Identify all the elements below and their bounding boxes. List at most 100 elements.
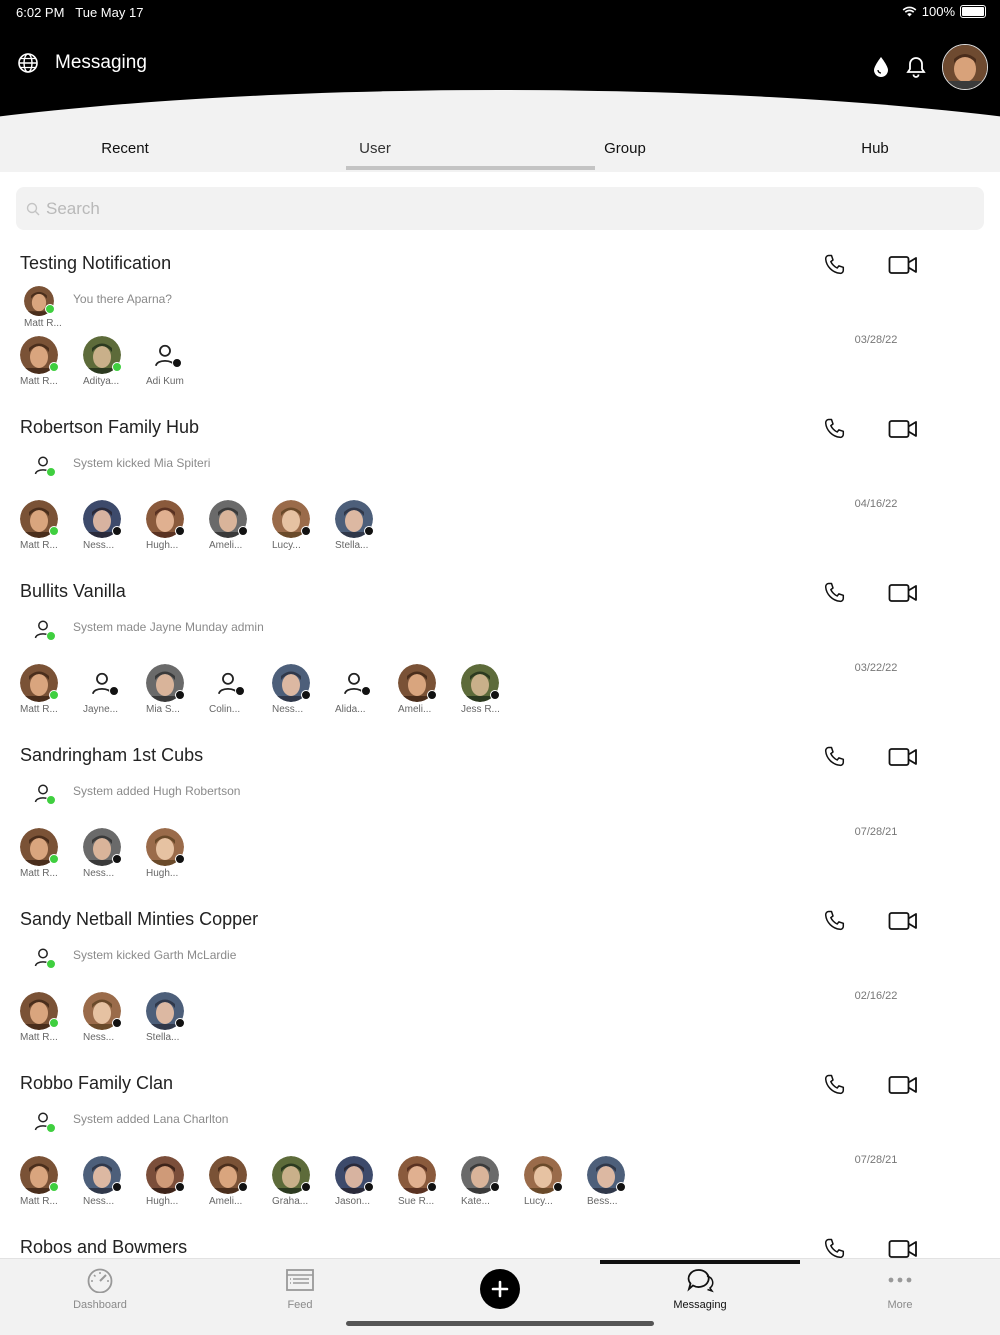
conversation-item[interactable]: Bullits Vanilla 03/22/22 System made Jayne…: [0, 568, 1000, 732]
member-name: Alida...: [335, 704, 366, 715]
member-item[interactable]: Jason...: [335, 1156, 398, 1207]
member-name: Jess R...: [461, 704, 500, 715]
conversation-item[interactable]: Robbo Family Clan 07/28/21 System added La…: [0, 1060, 1000, 1224]
member-item[interactable]: Kate...: [461, 1156, 524, 1207]
video-camera-icon[interactable]: [888, 1238, 918, 1260]
member-item[interactable]: Lucy...: [524, 1156, 587, 1207]
member-item[interactable]: Hugh...: [146, 1156, 209, 1207]
member-item[interactable]: Sue R...: [398, 1156, 461, 1207]
avatar: [83, 1156, 122, 1194]
member-item[interactable]: Ness...: [83, 828, 146, 879]
member-item[interactable]: Aditya...: [83, 336, 146, 387]
phone-icon[interactable]: [822, 253, 846, 277]
nav-messaging[interactable]: Messaging: [600, 1267, 800, 1311]
profile-avatar[interactable]: [942, 44, 988, 90]
member-item[interactable]: Stella...: [335, 500, 398, 551]
member-item[interactable]: Lucy...: [272, 500, 335, 551]
plus-icon: [491, 1280, 509, 1298]
member-item[interactable]: Colin...: [209, 664, 272, 715]
member-name: Matt R...: [20, 376, 58, 387]
member-item[interactable]: Ameli...: [398, 664, 461, 715]
offline-status-dot: [616, 1182, 626, 1192]
tab-group[interactable]: Group: [500, 124, 750, 172]
last-sender: Matt R...: [20, 286, 62, 329]
member-item[interactable]: Hugh...: [146, 828, 209, 879]
offline-status-dot: [490, 1182, 500, 1192]
member-item[interactable]: Mia S...: [146, 664, 209, 715]
member-list: Matt R... Ness... Hugh...: [20, 828, 209, 879]
conversation-item[interactable]: Sandringham 1st Cubs 07/28/21 System added…: [0, 732, 1000, 896]
member-item[interactable]: Ameli...: [209, 1156, 272, 1207]
drop-icon[interactable]: [872, 56, 890, 78]
phone-icon[interactable]: [822, 417, 846, 441]
member-item[interactable]: Matt R...: [20, 336, 83, 387]
member-item[interactable]: Alida...: [335, 664, 398, 715]
tab-hub[interactable]: Hub: [750, 124, 1000, 172]
member-name: Stella...: [146, 1032, 180, 1043]
online-status-dot: [49, 1018, 59, 1028]
conversation-date: 07/28/21: [854, 826, 898, 838]
phone-icon[interactable]: [822, 745, 846, 769]
video-camera-icon[interactable]: [888, 582, 918, 604]
video-camera-icon[interactable]: [888, 1074, 918, 1096]
video-camera-icon[interactable]: [888, 418, 918, 440]
globe-icon[interactable]: [17, 52, 39, 74]
conversation-title: Sandy Netball Minties Copper: [20, 909, 259, 929]
avatar: [272, 1156, 311, 1194]
phone-icon[interactable]: [822, 1237, 846, 1260]
member-item[interactable]: Ness...: [83, 1156, 146, 1207]
avatar: [209, 500, 248, 538]
video-camera-icon[interactable]: [888, 746, 918, 768]
member-item[interactable]: Bess...: [587, 1156, 650, 1207]
member-name: Hugh...: [146, 868, 179, 879]
conversation-item[interactable]: Robos and Bowmers: [0, 1224, 1000, 1260]
member-item[interactable]: Ness...: [83, 500, 146, 551]
nav-more[interactable]: More: [800, 1267, 1000, 1311]
member-item[interactable]: Ness...: [83, 992, 146, 1043]
conversation-item[interactable]: Testing Notification 03/28/22 Matt R... You…: [0, 240, 1000, 404]
last-message: System kicked Garth McLardie: [73, 948, 237, 962]
offline-status-dot: [175, 1018, 185, 1028]
member-item[interactable]: Hugh...: [146, 500, 209, 551]
tab-recent[interactable]: Recent: [0, 124, 250, 172]
offline-status-dot: [301, 1182, 311, 1192]
conversation-item[interactable]: Sandy Netball Minties Copper 02/16/22 Syst…: [0, 896, 1000, 1060]
online-status-dot: [46, 959, 56, 969]
nav-more-label: More: [887, 1299, 913, 1311]
conversation-item[interactable]: Robertson Family Hub 04/16/22 System kicke…: [0, 404, 1000, 568]
member-item[interactable]: Matt R...: [20, 500, 83, 551]
video-camera-icon[interactable]: [888, 254, 918, 276]
avatar: [146, 664, 185, 702]
member-item[interactable]: Ness...: [272, 664, 335, 715]
phone-icon[interactable]: [822, 1073, 846, 1097]
nav-dashboard[interactable]: Dashboard: [0, 1267, 200, 1311]
member-item[interactable]: Matt R...: [20, 828, 83, 879]
member-name: Colin...: [209, 704, 241, 715]
search-input[interactable]: [44, 197, 948, 220]
member-item[interactable]: Matt R...: [20, 992, 83, 1043]
last-sender: [20, 778, 58, 808]
member-list: Matt R... Jayne... Mia S... Colin... Ness...…: [20, 664, 524, 715]
phone-icon[interactable]: [822, 909, 846, 933]
bell-icon[interactable]: [906, 56, 926, 78]
offline-status-dot: [427, 690, 437, 700]
phone-icon[interactable]: [822, 581, 846, 605]
tab-user[interactable]: User: [250, 124, 500, 172]
member-item[interactable]: Matt R...: [20, 1156, 83, 1207]
online-status-dot: [49, 854, 59, 864]
conversation-title: Robos and Bowmers: [20, 1237, 188, 1257]
member-item[interactable]: Graha...: [272, 1156, 335, 1207]
online-status-dot: [46, 1123, 56, 1133]
member-item[interactable]: Jayne...: [83, 664, 146, 715]
member-item[interactable]: Stella...: [146, 992, 209, 1043]
app-header: 6:02 PM Tue May 17 100% Messaging: [0, 0, 1000, 130]
avatar: [20, 664, 59, 702]
nav-feed[interactable]: Feed: [200, 1267, 400, 1311]
member-item[interactable]: Jess R...: [461, 664, 524, 715]
member-item[interactable]: Ameli...: [209, 500, 272, 551]
member-item[interactable]: Matt R...: [20, 664, 83, 715]
new-message-button[interactable]: [480, 1269, 520, 1309]
member-item[interactable]: Adi Kum: [146, 336, 209, 387]
video-camera-icon[interactable]: [888, 910, 918, 932]
offline-status-dot: [175, 690, 185, 700]
